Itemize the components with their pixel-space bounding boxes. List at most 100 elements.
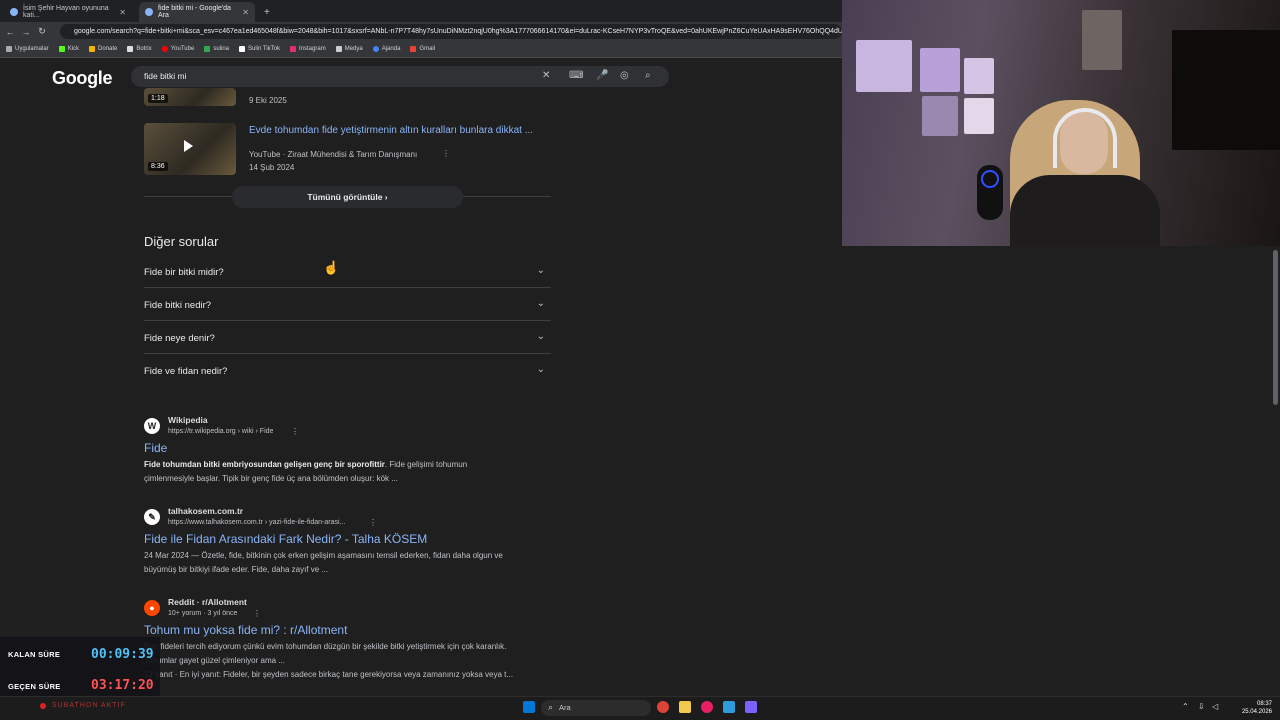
video-date: 9 Eki 2025 [249, 96, 287, 105]
question-item[interactable]: Fide neye denir? ⌄ [144, 321, 551, 354]
clock-time: 08:37 [1256, 701, 1272, 707]
bookmark-kick[interactable]: Kick [58, 46, 80, 52]
tab-isim-sehir[interactable]: İsim Şehir Hayvan oyununa kati... ✕ [4, 2, 132, 22]
more-options-icon[interactable]: ⋮ [291, 427, 299, 436]
video-source: YouTube · Ziraat Mühendisi & Tarım Danış… [249, 150, 418, 159]
forward-icon[interactable]: → [20, 27, 32, 37]
chevron-down-icon: ⌄ [536, 298, 545, 309]
youtube-icon [161, 46, 168, 52]
back-icon[interactable]: ← [4, 27, 16, 37]
tab-favicon-icon [10, 8, 18, 16]
bookmark-gmail[interactable]: Gmail [410, 46, 435, 52]
result-site-name: Reddit · r/Allotment [168, 597, 247, 607]
search-icon: ⌕ [548, 702, 554, 712]
bookmark-label: Botrix [136, 46, 152, 52]
result-url: https://www.talhakosem.com.tr › yazi-fid… [168, 519, 346, 526]
medya-icon [335, 46, 342, 52]
kick-icon [58, 46, 65, 52]
video-title-link[interactable]: Evde tohumdan fide yetiştirmenin altın k… [249, 125, 533, 136]
bookmark-donate[interactable]: Donate [89, 46, 117, 52]
app-icon[interactable] [723, 701, 735, 713]
address-bar-row: ← → ↻ google.com/search?q=fide+bitki+mi&… [0, 22, 842, 41]
video-thumbnail[interactable]: 8:36 [144, 123, 236, 175]
reddit-icon: ● [144, 600, 160, 616]
bookmark-youtube[interactable]: YouTube [161, 46, 195, 52]
ajanda-icon [372, 46, 379, 52]
question-text: Fide bitki nedir? [144, 300, 212, 311]
reload-icon[interactable]: ↻ [36, 26, 48, 37]
result-title-link[interactable]: Tohum mu yoksa fide mi? : r/Allotment [144, 623, 347, 637]
search-icon[interactable]: ⌕ [645, 70, 651, 81]
file-explorer-icon[interactable] [679, 701, 691, 713]
bookmark-medya[interactable]: Medya [335, 46, 363, 52]
question-item[interactable]: Fide bir bitki midir? ⌄ [144, 255, 551, 288]
snippet-text: 12 yanıt · En iyi yanıt: Fideler, bir şe… [144, 670, 514, 679]
chrome-icon[interactable] [657, 701, 669, 713]
snippet-bold-text: Fide tohumdan bitki embriyosundan gelişe… [144, 460, 385, 469]
close-icon[interactable]: ✕ [242, 8, 249, 17]
lens-icon[interactable]: ◎ [620, 70, 629, 81]
tray-network-icon[interactable]: ⇩ [1198, 702, 1205, 711]
elapsed-time-value: 03:17:20 [91, 678, 154, 693]
bookmark-uygulamalar[interactable]: Uygulamalar [6, 46, 49, 52]
bookmark-label: Medya [344, 46, 363, 52]
clear-icon[interactable]: ✕ [542, 70, 550, 81]
remaining-time-value: 00:09:39 [91, 647, 154, 662]
bookmark-label: YouTube [170, 46, 195, 52]
wall-poster [922, 96, 958, 136]
apps-icon [6, 46, 12, 52]
more-options-icon[interactable]: ⋮ [369, 518, 377, 527]
close-icon[interactable]: ✕ [119, 8, 126, 17]
result-snippet: 24 Mar 2024 — Özetle, fide, bitkinin çok… [144, 549, 554, 577]
bookmark-sulina[interactable]: sulina [204, 46, 229, 52]
discord-icon[interactable] [745, 701, 757, 713]
elapsed-time-label: GEÇEN SÜRE [8, 682, 61, 691]
result-snippet: Fide tohumdan bitki embriyosundan gelişe… [144, 458, 554, 486]
microphone-icon[interactable]: 🎤 [596, 70, 608, 81]
sulina-icon [204, 46, 211, 52]
google-logo[interactable]: Google [52, 68, 113, 89]
video-thumbnail[interactable]: 1:18 [144, 88, 236, 106]
result-title-link[interactable]: Fide ile Fidan Arasındaki Fark Nedir? - … [144, 532, 427, 546]
bookmark-instagram[interactable]: Instagram [290, 46, 326, 52]
live-dot-icon [40, 703, 46, 709]
result-site-name: talhakosem.com.tr [168, 506, 244, 516]
bookmark-ajanda[interactable]: Ajanda [372, 46, 400, 52]
bookmark-botrix[interactable]: Botrix [127, 46, 152, 52]
tray-volume-icon[interactable]: ◁ [1212, 702, 1218, 711]
tray-chevron-up-icon[interactable]: ⌃ [1182, 702, 1189, 711]
question-item[interactable]: Fide ve fidan nedir? ⌄ [144, 354, 551, 387]
keyboard-icon[interactable]: ⌨ [569, 70, 583, 81]
bookmark-label: Kick [67, 46, 80, 52]
new-tab-button[interactable]: + [258, 2, 274, 22]
page-scrollbar[interactable] [1273, 250, 1278, 405]
result-meta: 10+ yorum · 3 yıl önce [168, 610, 238, 617]
question-text: Fide neye denir? [144, 333, 215, 344]
hand-cursor-icon: ☝ [323, 260, 340, 275]
tab-google-search[interactable]: fide bitki mi - Google'da Ara ✕ [139, 2, 255, 22]
result-snippet: Ben fideleri tercih ediyorum çünkü evim … [144, 640, 554, 682]
app-icon[interactable] [701, 701, 713, 713]
page-background [842, 246, 1280, 692]
result-title-link[interactable]: Fide [144, 441, 167, 455]
video-duration: 8:36 [148, 162, 168, 171]
chevron-down-icon: ⌄ [536, 364, 545, 375]
taskbar-clock[interactable]: 08:37 25.04.2026 [1238, 700, 1272, 716]
more-options-icon[interactable]: ⋮ [253, 609, 261, 618]
url-input[interactable]: google.com/search?q=fide+bitki+mi&sca_es… [60, 24, 842, 39]
windows-start-icon[interactable] [523, 701, 535, 713]
taskbar-search[interactable]: Ara [541, 700, 651, 716]
search-input[interactable]: fide bitki mi [144, 71, 187, 81]
video-date: 14 Şub 2024 [249, 163, 295, 172]
chevron-down-icon: ⌄ [536, 265, 545, 276]
wall-poster [920, 48, 960, 92]
snippet-text: . Fide gelişimi tohumun [384, 460, 468, 469]
question-item[interactable]: Fide bitki nedir? ⌄ [144, 288, 551, 321]
more-options-icon[interactable]: ⋮ [442, 149, 450, 158]
video-duration: 1:18 [148, 94, 168, 103]
instagram-icon [290, 46, 297, 52]
search-box[interactable]: fide bitki mi ✕ ⌨ 🎤 ◎ ⌕ [131, 66, 669, 87]
bookmark-tiktok[interactable]: Sulin TikTok [239, 46, 280, 52]
snippet-text: 24 Mar 2024 — Özetle, fide, bitkinin çok… [144, 551, 503, 560]
show-all-button[interactable]: Tümünü görüntüle › [232, 186, 463, 208]
